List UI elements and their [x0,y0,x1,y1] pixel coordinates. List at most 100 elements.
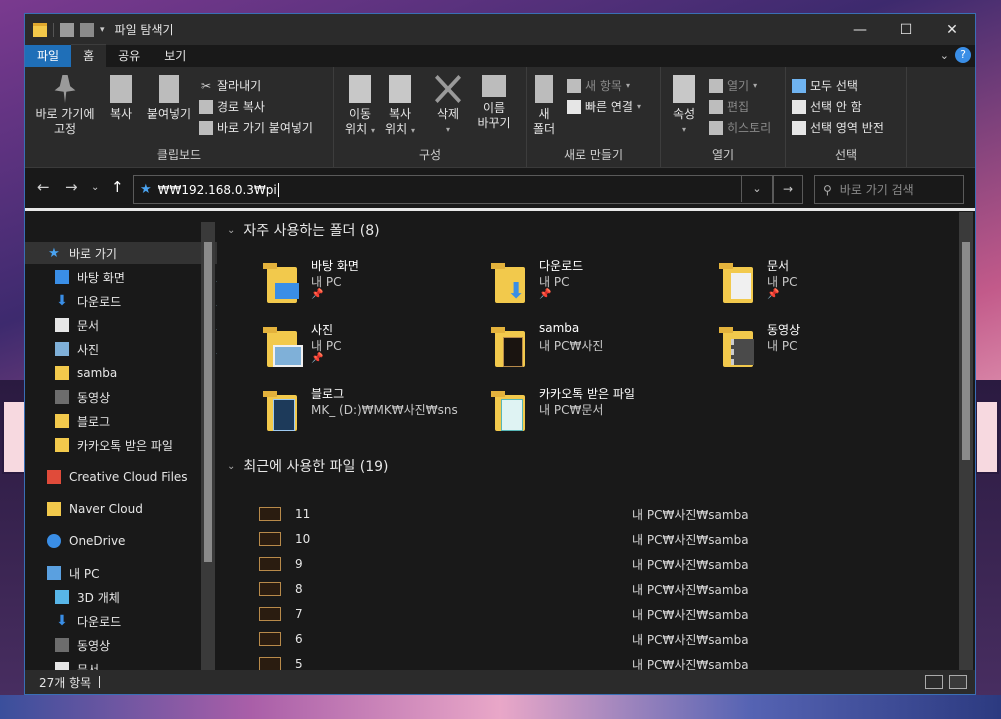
tab-share[interactable]: 공유 [106,45,152,67]
recent-locations-icon[interactable]: ⌄ [91,182,99,193]
address-history-dropdown[interactable]: ⌄ [741,175,772,202]
pin-quick-access-button[interactable]: 바로 가기에 고정 [31,75,99,137]
paste-shortcut-button[interactable]: 바로 가기 붙여넣기 [199,119,313,136]
nav-item-quick-access[interactable]: ★ 바로 가기 [25,242,217,264]
recent-file-row[interactable]: 6 내 PC₩사진₩samba [259,628,959,650]
content-scrollbar-thumb[interactable] [962,242,970,460]
folder-tile-videos[interactable]: 동영상 내 PC [717,321,937,381]
cut-button[interactable]: ✂ 잘라내기 [199,77,261,94]
nav-item-pc-videos[interactable]: 동영상 [25,634,217,656]
maximize-button[interactable]: ☐ [883,14,929,45]
nav-item-label: Naver Cloud [69,502,143,516]
frequent-folders-header[interactable]: ⌄ 자주 사용하는 폴더 (8) [227,220,380,240]
select-none-button[interactable]: 선택 안 함 [792,98,862,115]
search-box[interactable]: ⚲ 바로 가기 검색 [814,175,964,204]
new-item-button[interactable]: 새 항목 ▾ [567,77,630,94]
new-folder-button[interactable]: 새 폴더 [529,75,559,137]
background-decoration-right [975,380,1001,719]
nav-item-onedrive[interactable]: OneDrive [25,530,217,552]
recent-file-row[interactable]: 8 내 PC₩사진₩samba [259,578,959,600]
nav-scrollbar-thumb[interactable] [204,242,212,562]
go-button[interactable]: → [773,175,803,204]
nav-item-creative-cloud[interactable]: Creative Cloud Files [25,466,217,488]
nav-item-3d-objects[interactable]: 3D 개체 [25,586,217,608]
copy-path-button[interactable]: 경로 복사 [199,98,265,115]
edit-button[interactable]: 편집 [709,98,749,115]
collapse-ribbon-icon[interactable]: ⌄ [940,49,949,62]
tile-name: samba [539,321,580,335]
folder-tile-documents[interactable]: 문서 내 PC 📌 [717,257,937,317]
folder-tile-samba[interactable]: samba 내 PC₩사진 [489,321,709,381]
open-button[interactable]: 열기 ▾ [709,77,757,94]
nav-item-pc-documents[interactable]: 문서 [25,658,217,670]
folder-tile-kakaotalk[interactable]: 카카오톡 받은 파일 내 PC₩문서 [489,385,709,445]
nav-item-downloads[interactable]: ⬇ 다운로드 📌 [25,290,217,312]
nav-item-label: 다운로드 [77,614,122,629]
nav-item-blog[interactable]: 블로그 [25,410,217,432]
pin-icon: 📌 [216,296,217,307]
image-file-icon [259,532,281,546]
tab-home[interactable]: 홈 [71,44,107,67]
nav-item-videos[interactable]: 동영상 [25,386,217,408]
ribbon-group-label-clipboard: 클립보드 [156,148,202,162]
details-view-icon[interactable] [925,675,943,689]
new-folder-icon[interactable] [80,22,94,37]
forward-arrow-icon[interactable]: → [65,178,78,196]
title-bar[interactable]: ▾ 파일 탐색기 — ☐ ✕ [25,14,975,45]
ribbon-group-clipboard: 바로 가기에 고정 복사 붙여넣기 ✂ 잘라내기 경로 복사 바로 가기 붙여넣… [25,67,334,167]
easy-access-button[interactable]: 빠른 연결 ▾ [567,98,641,115]
rename-button[interactable]: 이름 바꾸기 [474,75,514,131]
large-icons-view-icon[interactable] [949,675,967,689]
select-all-button[interactable]: 모두 선택 [792,77,858,94]
properties-icon[interactable] [60,22,74,37]
documents-folder-icon [717,263,757,305]
move-to-button[interactable]: 이동 위치 ▾ [342,75,378,138]
new-item-label: 새 항목 [585,79,622,93]
minimize-button[interactable]: — [837,14,883,45]
customize-toolbar-icon[interactable]: ▾ [100,25,105,35]
history-button[interactable]: 히스토리 [709,119,771,136]
nav-item-pictures[interactable]: 사진 📌 [25,338,217,360]
select-none-label: 선택 안 함 [810,100,862,114]
select-all-label: 모두 선택 [810,79,858,93]
paste-button[interactable]: 붙여넣기 [141,75,197,122]
nav-item-desktop[interactable]: 바탕 화면 📌 [25,266,217,288]
recent-file-row[interactable]: 11 내 PC₩사진₩samba [259,503,959,525]
folder-tile-pictures[interactable]: 사진 내 PC 📌 [261,321,481,381]
close-button[interactable]: ✕ [929,14,975,45]
properties-button[interactable]: 속성 ▾ [667,75,701,137]
invert-selection-button[interactable]: 선택 영역 반전 [792,119,884,136]
nav-scrollbar[interactable] [201,222,215,670]
background-decoration-bottom [0,695,1001,719]
folder-tile-blog[interactable]: 블로그 MK_ (D:)₩MK₩사진₩sns [261,385,481,445]
nav-item-samba[interactable]: samba [25,362,217,384]
folder-icon [33,22,47,37]
address-path[interactable]: ₩₩192.168.0.3₩pi [158,183,277,197]
move-to-label-line2: 위치 ▾ [342,122,378,138]
nav-item-label: 문서 [77,318,100,333]
tab-file[interactable]: 파일 [25,45,72,67]
nav-item-this-pc[interactable]: 내 PC [25,562,217,584]
help-icon[interactable]: ? [955,47,971,63]
nav-item-pc-downloads[interactable]: ⬇ 다운로드 [25,610,217,632]
back-arrow-icon[interactable]: ← [37,178,50,196]
content-scrollbar[interactable] [959,212,973,670]
rename-label-line1: 이름 [482,101,506,115]
recent-file-row[interactable]: 9 내 PC₩사진₩samba [259,553,959,575]
address-bar[interactable]: ★ ₩₩192.168.0.3₩pi [133,175,773,204]
nav-item-naver-cloud[interactable]: Naver Cloud [25,498,217,520]
recent-file-row[interactable]: 7 내 PC₩사진₩samba [259,603,959,625]
copy-button[interactable]: 복사 [103,75,139,122]
recent-files-header[interactable]: ⌄ 최근에 사용한 파일 (19) [227,456,389,476]
tab-view[interactable]: 보기 [152,45,198,67]
recent-file-row[interactable]: 5 내 PC₩사진₩samba [259,653,959,670]
copy-to-button[interactable]: 복사 위치 ▾ [382,75,418,138]
copy-to-label-line1: 복사 [388,107,412,121]
up-arrow-icon[interactable]: ↑ [111,178,124,196]
nav-item-kakaotalk[interactable]: 카카오톡 받은 파일 [25,434,217,456]
delete-button[interactable]: 삭제 ▾ [430,75,466,137]
folder-tile-desktop[interactable]: 바탕 화면 내 PC 📌 [261,257,481,317]
folder-tile-downloads[interactable]: ⬇ 다운로드 내 PC 📌 [489,257,709,317]
recent-file-row[interactable]: 10 내 PC₩사진₩samba [259,528,959,550]
nav-item-documents[interactable]: 문서 📌 [25,314,217,336]
